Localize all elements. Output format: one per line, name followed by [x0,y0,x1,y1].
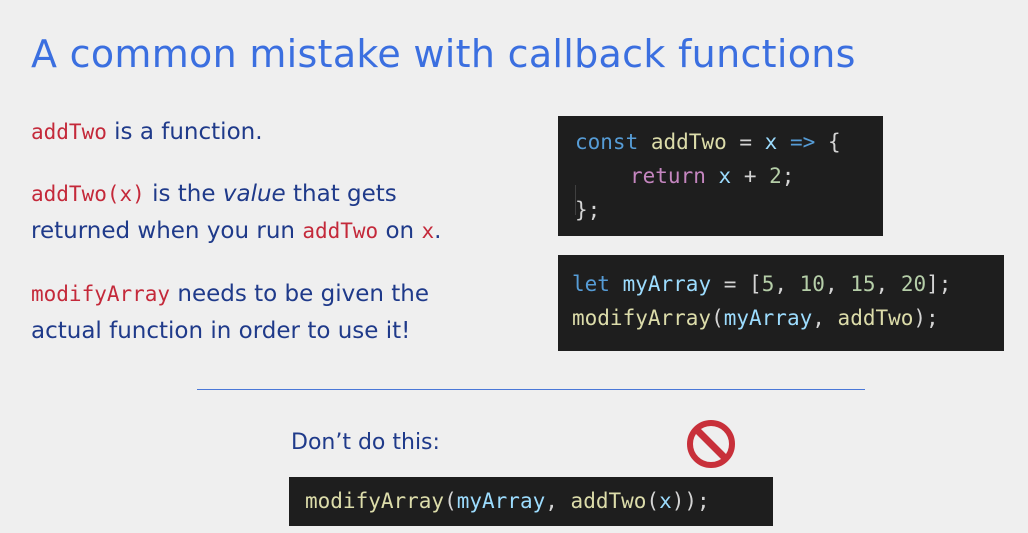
code-token-operator: = [711,272,750,296]
code-block-wrong-call: modifyArray(myArray, addTwo(x)); [289,477,773,526]
explanation-modifyarray: modifyArray needs to be given the actual … [31,276,429,350]
code-token-paren: ); [913,306,939,330]
code-token-parameter: x [764,130,778,154]
code-token-function-name: addTwo [650,130,727,154]
code-token-paren: ( [444,489,457,513]
code-token-paren: ( [711,306,724,330]
no-entry-icon [687,420,735,468]
code-block-modifyarray-call: let myArray = [5, 10, 15, 20]; modifyArra… [558,255,1004,351]
code-token-variable: x [718,164,732,188]
explanation-text: is the [144,181,223,207]
code-token-separator: , [875,272,901,296]
code-token-number: 10 [799,272,825,296]
code-line: }; [575,193,883,227]
code-token-variable: myArray [622,272,712,296]
code-line: const addTwo = x => { [575,125,883,159]
code-token-paren: )); [671,489,710,513]
slide-title: A common mistake with callback functions [31,32,856,76]
explanation-text: returned when you run [31,218,303,244]
code-token-operator: = [726,130,765,154]
code-token-arrow: => [789,130,816,154]
code-token-keyword: let [572,272,610,296]
code-token-punctuation: ; [781,164,795,188]
explanation-text: actual function in order to use it! [31,318,411,344]
code-token-bracket: [ [749,272,762,296]
code-token-variable: x [659,489,672,513]
explanation-addtwo-value: addTwo(x) is the value that gets returned… [31,176,441,250]
code-token-separator: , [545,489,571,513]
inline-code-addtwo: addTwo [31,120,107,144]
code-line: modifyArray(myArray, addTwo(x)); [305,484,773,518]
code-token-keyword: return [630,164,706,188]
code-token-function-name: addTwo [837,306,914,330]
code-token-function-name: addTwo [570,489,647,513]
inline-code-addtwo-x: addTwo(x) [31,182,145,206]
code-token-function-name: modifyArray [305,489,445,513]
explanation-text: on [378,218,422,244]
explanation-text: is a function. [106,119,263,145]
code-token-number: 5 [761,272,775,296]
code-block-addtwo-definition: const addTwo = x => {return x + 2;}; [558,116,883,236]
explanation-text: . [434,218,442,244]
code-token-separator: , [812,306,838,330]
explanation-addtwo-function: addTwo is a function. [31,114,263,151]
code-line: let myArray = [5, 10, 15, 20]; [572,267,1004,301]
code-token-separator: , [824,272,851,296]
code-token-brace: { [827,130,841,154]
emphasis-value: value [222,181,286,207]
code-token-bracket: ]; [926,272,952,296]
code-token-number: 15 [850,272,876,296]
warning-label: Don’t do this: [291,430,440,455]
code-token-paren: ( [646,489,660,513]
code-token-punctuation: }; [575,198,601,222]
code-token-number: 20 [900,272,927,296]
code-line: modifyArray(myArray, addTwo); [572,301,1004,335]
code-token-separator: , [774,272,800,296]
code-token-operator: + [731,164,770,188]
code-token-variable: myArray [456,489,546,513]
explanation-text: that gets [285,181,397,207]
inline-code-modifyarray: modifyArray [31,282,171,306]
explanation-text: needs to be given the [170,281,430,307]
code-token-variable: myArray [723,306,813,330]
code-line: return x + 2; [575,159,883,215]
section-divider [197,389,865,390]
code-token-function-name: modifyArray [572,306,712,330]
inline-code-addtwo: addTwo [302,219,379,243]
inline-code-x: x [421,219,435,243]
code-token-keyword: const [575,130,639,154]
code-token-number: 2 [769,164,782,188]
